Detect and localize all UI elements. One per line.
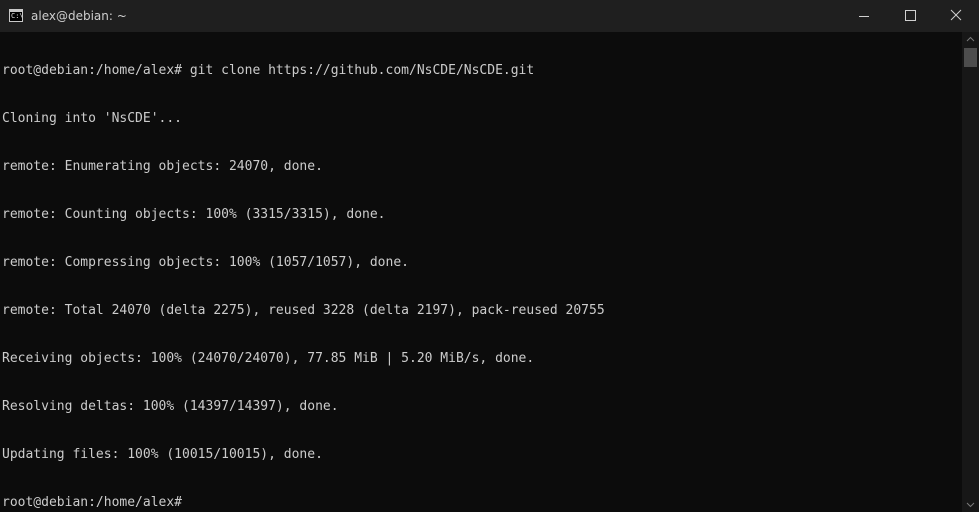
chevron-up-icon (966, 36, 975, 42)
title-bar[interactable]: C:\ alex@debian: ~ (0, 0, 979, 32)
console-icon-glyph: C:\ (11, 12, 23, 20)
terminal-prompt: root@debian:/home/alex# (2, 495, 183, 510)
terminal-line: remote: Counting objects: 100% (3315/331… (2, 207, 386, 222)
console-icon[interactable]: C:\ (9, 9, 23, 22)
terminal-line: Cloning into 'NsCDE'... (2, 111, 183, 126)
close-icon (950, 9, 962, 21)
scroll-down-button[interactable] (962, 498, 979, 512)
scroll-up-button[interactable] (962, 32, 979, 46)
maximize-icon (905, 10, 916, 21)
minimize-button[interactable] (841, 0, 887, 32)
terminal-line: Receiving objects: 100% (24070/24070), 7… (2, 351, 535, 366)
terminal-line: remote: Enumerating objects: 24070, done… (2, 159, 323, 174)
terminal-output[interactable]: root@debian:/home/alex# git clone https:… (2, 31, 960, 512)
close-button[interactable] (933, 0, 979, 32)
terminal-line: remote: Total 24070 (delta 2275), reused… (2, 303, 605, 318)
terminal-line: root@debian:/home/alex# git clone https:… (2, 63, 535, 78)
terminal-line: Resolving deltas: 100% (14397/14397), do… (2, 399, 339, 414)
terminal-line: Updating files: 100% (10015/10015), done… (2, 447, 323, 462)
vertical-scrollbar[interactable] (962, 32, 979, 512)
terminal-line: remote: Compressing objects: 100% (1057/… (2, 255, 409, 270)
window-title: alex@debian: ~ (31, 9, 127, 23)
minimize-icon (859, 16, 869, 17)
scroll-thumb[interactable] (964, 48, 977, 67)
chevron-down-icon (966, 502, 975, 508)
maximize-button[interactable] (887, 0, 933, 32)
terminal-window: C:\ alex@debian: ~ root@debian:/home/ale… (0, 0, 979, 512)
